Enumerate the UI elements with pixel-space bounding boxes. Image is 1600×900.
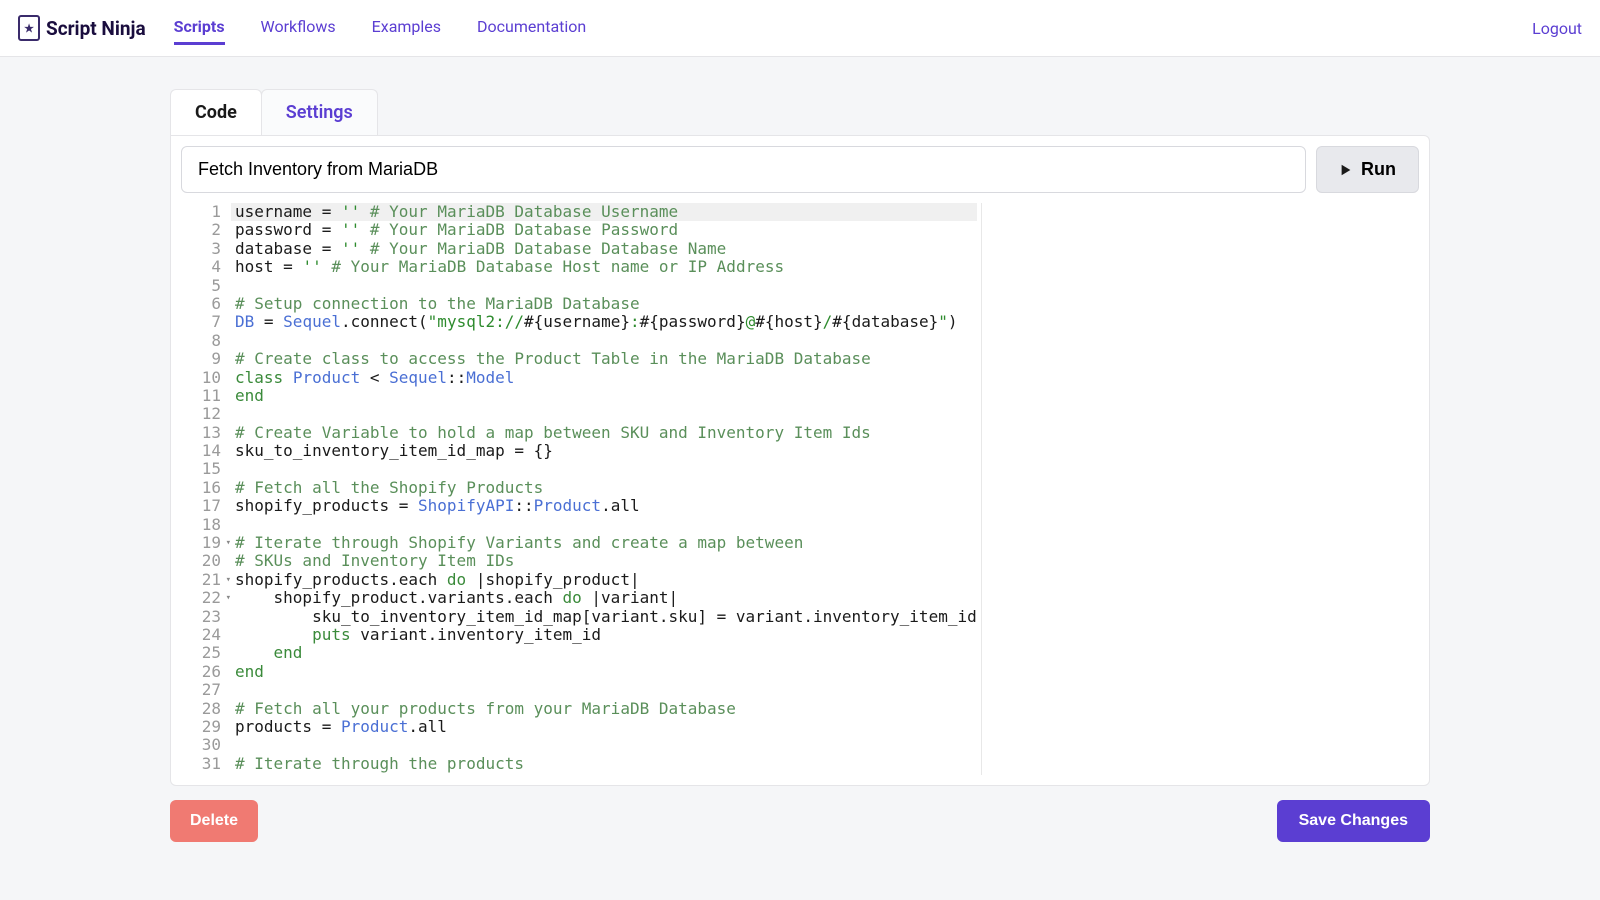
- play-icon: [1339, 163, 1353, 177]
- code-area[interactable]: username = '' # Your MariaDB Database Us…: [231, 203, 981, 775]
- tabs: Code Settings: [170, 89, 1430, 135]
- tab-code[interactable]: Code: [170, 89, 262, 135]
- code-editor[interactable]: 1234567891011121314151617181920212223242…: [181, 203, 982, 775]
- ninja-icon: [18, 15, 40, 41]
- run-button[interactable]: Run: [1316, 146, 1419, 193]
- editor-wrap: 1234567891011121314151617181920212223242…: [181, 203, 1419, 775]
- brand-logo[interactable]: Script Ninja: [18, 15, 146, 41]
- page-container: Code Settings Run 1234567891011121314151…: [170, 57, 1430, 842]
- top-navbar: Script Ninja Scripts Workflows Examples …: [0, 0, 1600, 57]
- save-changes-button[interactable]: Save Changes: [1277, 800, 1430, 842]
- footer-actions: Delete Save Changes: [170, 786, 1430, 842]
- tab-settings[interactable]: Settings: [261, 89, 378, 135]
- editor-panel: Run 123456789101112131415161718192021222…: [170, 135, 1430, 786]
- brand-text: Script Ninja: [46, 17, 146, 40]
- script-title-input[interactable]: [181, 146, 1306, 193]
- line-gutter: 1234567891011121314151617181920212223242…: [181, 203, 231, 775]
- output-pane: [982, 203, 1419, 775]
- delete-button[interactable]: Delete: [170, 800, 258, 842]
- nav-examples[interactable]: Examples: [372, 11, 441, 45]
- nav-scripts[interactable]: Scripts: [174, 11, 225, 45]
- logout-link[interactable]: Logout: [1532, 19, 1582, 38]
- nav-documentation[interactable]: Documentation: [477, 11, 586, 45]
- title-row: Run: [181, 146, 1419, 203]
- nav-items: Scripts Workflows Examples Documentation: [174, 11, 587, 45]
- navbar-left: Script Ninja Scripts Workflows Examples …: [18, 11, 586, 45]
- run-label: Run: [1361, 159, 1396, 180]
- nav-workflows[interactable]: Workflows: [261, 11, 336, 45]
